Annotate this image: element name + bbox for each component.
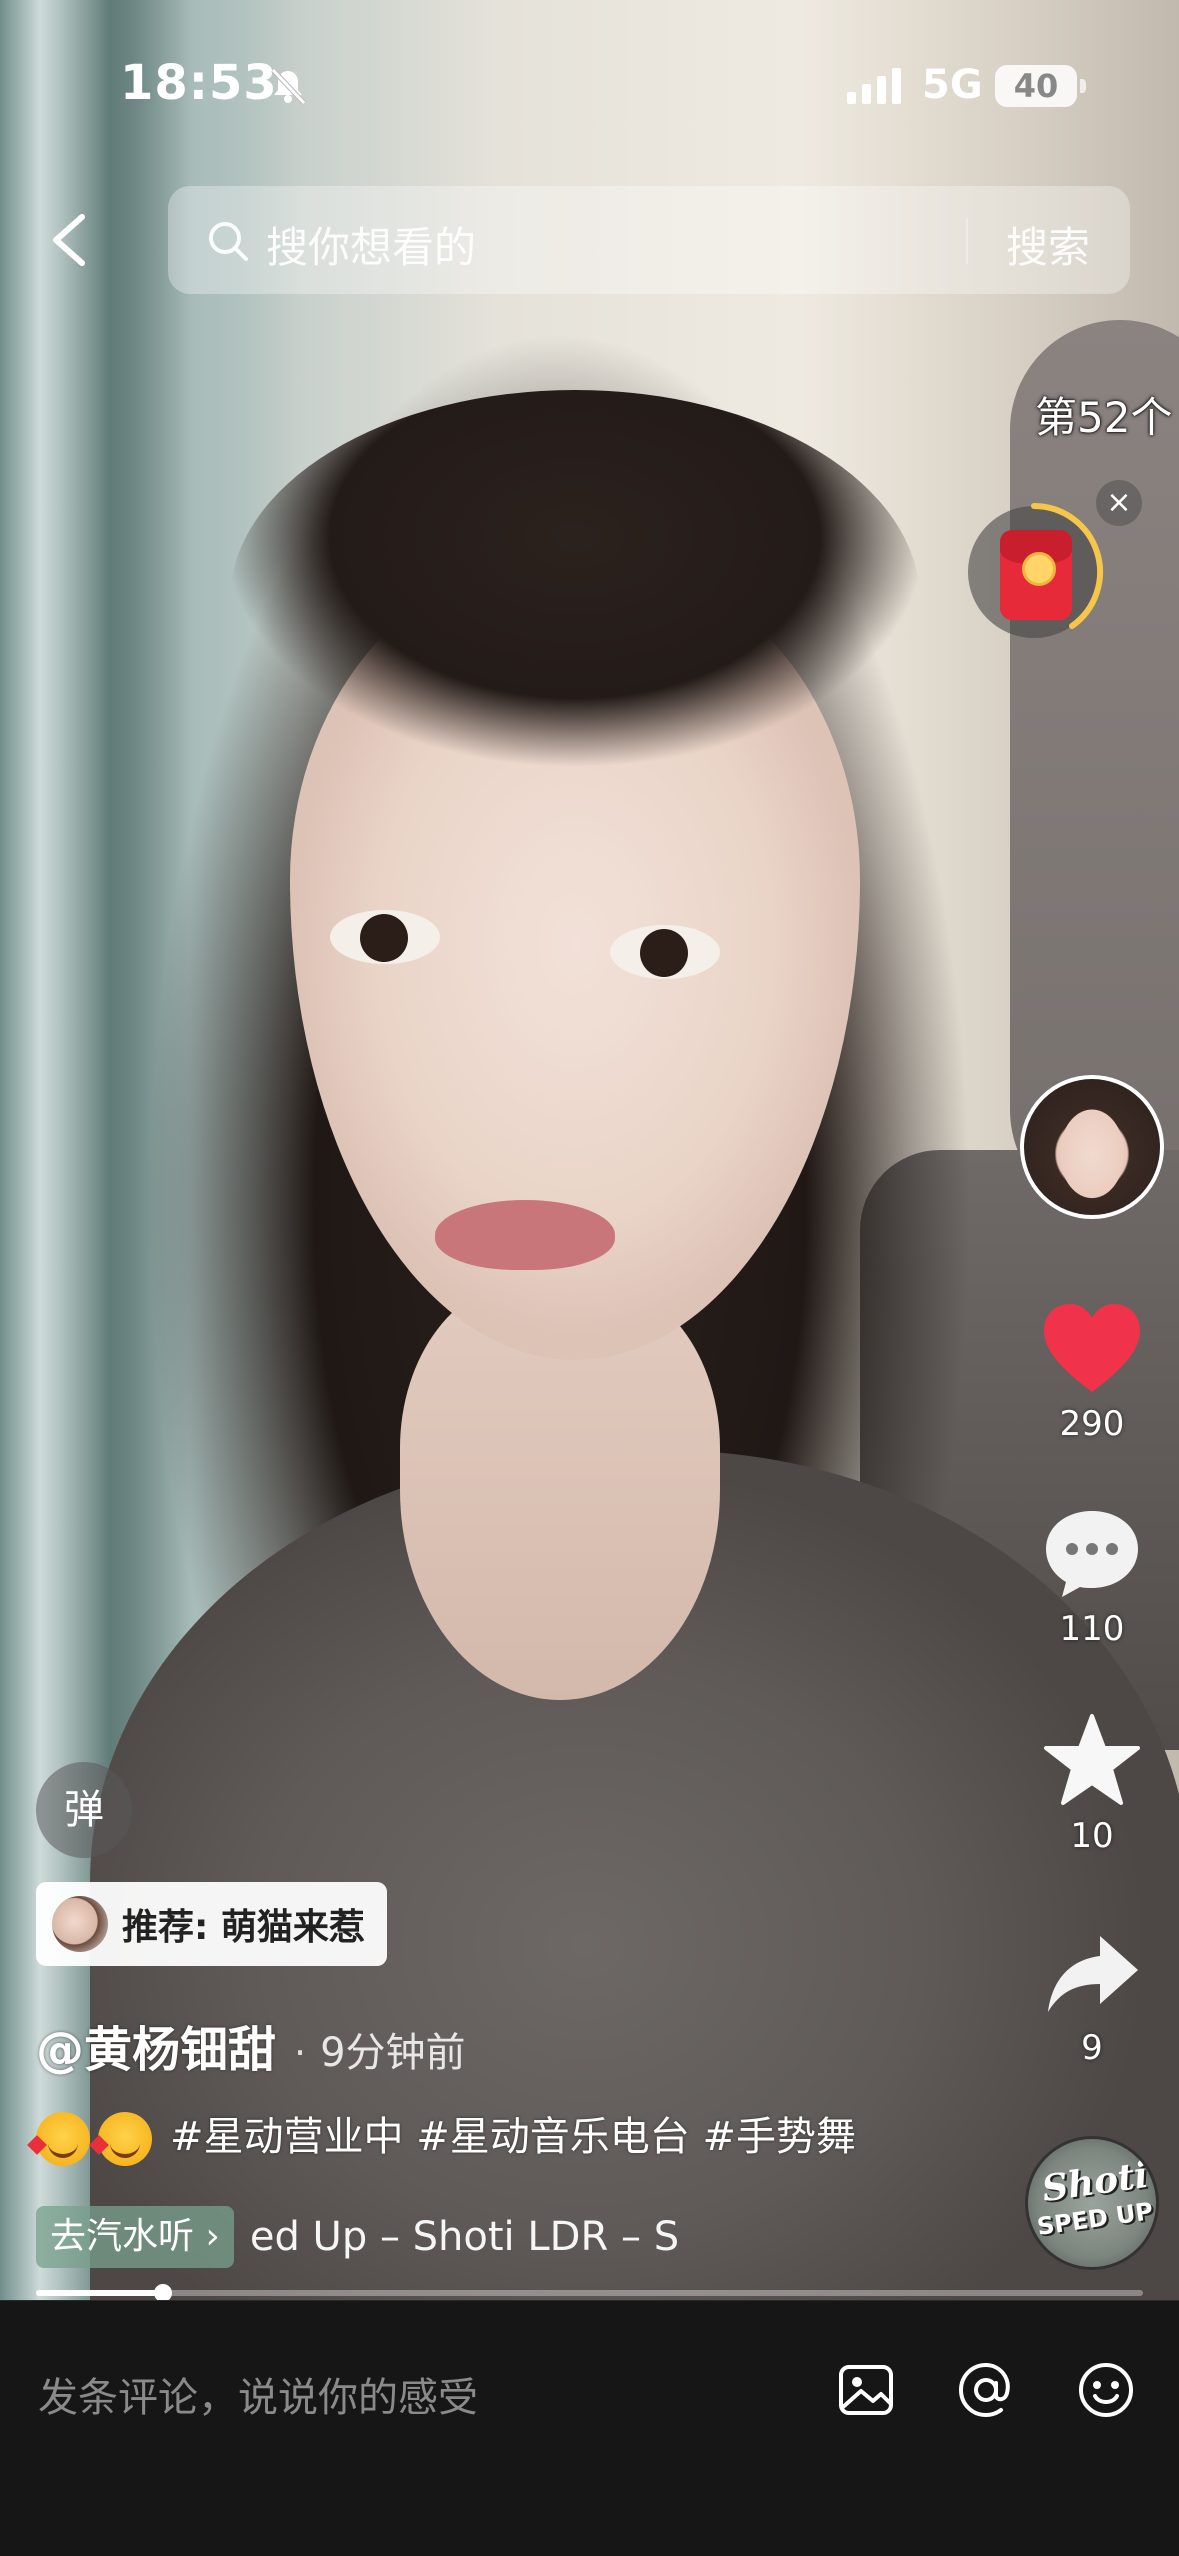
search-input[interactable]: 搜你想看的 bbox=[266, 214, 476, 275]
red-packet-widget[interactable] bbox=[962, 500, 1112, 650]
comment-button[interactable]: 110 bbox=[1022, 1505, 1162, 1649]
recommend-chip[interactable]: 推荐: 萌猫来惹 bbox=[36, 1882, 387, 1966]
comment-bubble-icon bbox=[1046, 1511, 1138, 1597]
video-description: #星动营业中 #星动音乐电台 #手势舞 bbox=[36, 2104, 856, 2166]
favorite-button[interactable]: 10 bbox=[1022, 1712, 1162, 1856]
video-eye-left bbox=[330, 910, 440, 964]
recommend-avatar-icon bbox=[52, 1896, 108, 1952]
share-button[interactable]: 9 bbox=[1022, 1930, 1162, 2068]
video-fringe bbox=[230, 390, 920, 810]
search-button[interactable]: 搜索 bbox=[1006, 214, 1090, 275]
search-divider bbox=[966, 218, 968, 264]
mute-bell-icon bbox=[271, 68, 306, 105]
music-row: 去汽水听 › ed Up – Shoti LDR – S bbox=[36, 2206, 736, 2268]
comment-input[interactable]: 发条评论，说说你的感受 bbox=[38, 2365, 478, 2423]
share-arrow-icon bbox=[1048, 1936, 1138, 2012]
share-count: 9 bbox=[1081, 2028, 1103, 2068]
heart-icon bbox=[1044, 1304, 1140, 1392]
cellular-signal-icon bbox=[847, 68, 901, 104]
comment-count: 110 bbox=[1059, 1609, 1125, 1649]
hashtags[interactable]: #星动营业中 #星动音乐电台 #手势舞 bbox=[170, 2114, 856, 2160]
video-lips bbox=[435, 1200, 615, 1270]
music-title-marquee[interactable]: ed Up – Shoti LDR – S bbox=[250, 2214, 679, 2260]
mention-at-icon[interactable] bbox=[955, 2359, 1017, 2421]
search-bar[interactable]: 搜你想看的 搜索 bbox=[168, 186, 1130, 294]
status-time: 18:53 bbox=[120, 55, 278, 111]
video-progress-bar[interactable] bbox=[36, 2284, 1143, 2302]
danmaku-toggle[interactable]: 弹 bbox=[36, 1762, 132, 1858]
star-icon bbox=[1044, 1714, 1140, 1805]
video-eye-right bbox=[610, 925, 720, 979]
back-chevron-icon[interactable] bbox=[40, 205, 100, 275]
status-bar: 18:53 5G 40 bbox=[0, 0, 1179, 170]
comment-bar: 发条评论，说说你的感受 bbox=[0, 2300, 1179, 2556]
author-avatar[interactable] bbox=[1020, 1075, 1164, 1219]
music-disc[interactable]: Shoti SPED UP bbox=[1025, 2136, 1159, 2270]
search-icon bbox=[209, 222, 248, 261]
network-type: 5G bbox=[922, 62, 983, 108]
separator-dot: · bbox=[294, 2031, 307, 2075]
favorite-count: 10 bbox=[1070, 1816, 1114, 1856]
smiling-hearts-emoji-icon bbox=[98, 2112, 152, 2166]
red-envelope-icon bbox=[1000, 530, 1072, 620]
video-counter: 第52个 bbox=[1035, 393, 1173, 442]
battery-indicator: 40 bbox=[995, 65, 1086, 107]
like-button[interactable]: 290 bbox=[1022, 1300, 1162, 1444]
progress-fill bbox=[36, 2290, 164, 2296]
avatar-face bbox=[1024, 1079, 1160, 1215]
author-line: @黄杨钿甜 · 9分钟前 bbox=[36, 2010, 466, 2080]
go-listen-button[interactable]: 去汽水听 › bbox=[36, 2206, 234, 2268]
red-packet-close-button[interactable]: × bbox=[1096, 480, 1142, 526]
image-icon[interactable] bbox=[835, 2359, 897, 2421]
post-time: 9分钟前 bbox=[320, 2030, 466, 2076]
emoji-icon[interactable] bbox=[1075, 2359, 1137, 2421]
like-count: 290 bbox=[1059, 1404, 1125, 1444]
recommend-text: 推荐: 萌猫来惹 bbox=[122, 1907, 365, 1948]
smiling-hearts-emoji-icon bbox=[36, 2112, 90, 2166]
author-name[interactable]: @黄杨钿甜 bbox=[36, 2010, 276, 2080]
